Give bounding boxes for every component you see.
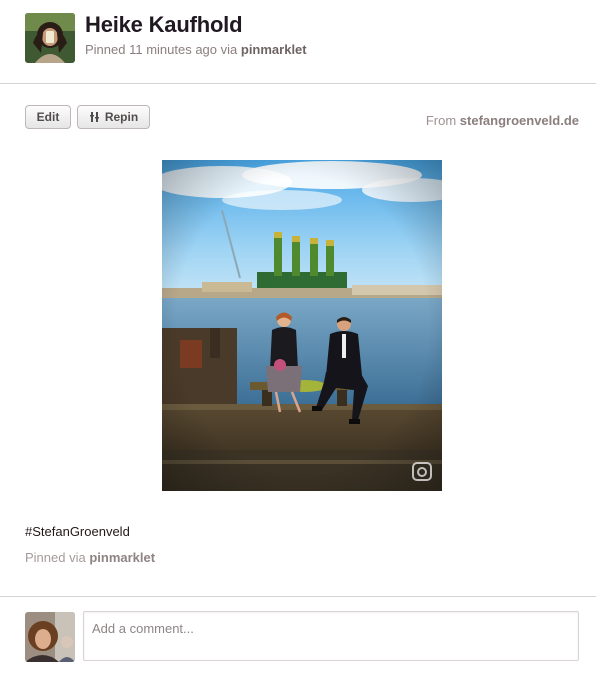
pin-header: Heike Kaufhold Pinned 11 minutes ago via… — [0, 0, 596, 84]
pinned-via-source-link[interactable]: pinmarklet — [89, 550, 155, 565]
repin-label: Repin — [104, 110, 139, 124]
pinned-via-link[interactable]: pinmarklet — [241, 42, 307, 57]
pin-description: #StefanGroenveld — [25, 524, 130, 539]
comment-divider — [0, 596, 596, 597]
user-avatar[interactable] — [25, 13, 75, 63]
pin-image[interactable] — [162, 160, 442, 491]
comment-input[interactable] — [83, 611, 579, 661]
source-prefix: From — [425, 113, 460, 128]
pinned-prefix: Pinned 11 minutes ago via — [85, 42, 241, 57]
source-link[interactable]: stefangroenveld.de — [460, 113, 579, 128]
commenter-avatar[interactable] — [25, 612, 75, 662]
user-name[interactable]: Heike Kaufhold — [85, 12, 243, 38]
pin-icon — [89, 111, 101, 123]
repin-button[interactable]: Repin — [77, 105, 150, 129]
pinned-via-prefix: Pinned via — [25, 550, 90, 565]
edit-label: Edit — [36, 110, 60, 124]
source-line: From stefangroenveld.de — [426, 113, 579, 128]
pinned-timestamp: Pinned 11 minutes ago via pinmarklet — [85, 42, 307, 57]
pinned-via-line: Pinned via pinmarklet — [25, 550, 155, 565]
edit-button[interactable]: Edit — [25, 105, 71, 129]
